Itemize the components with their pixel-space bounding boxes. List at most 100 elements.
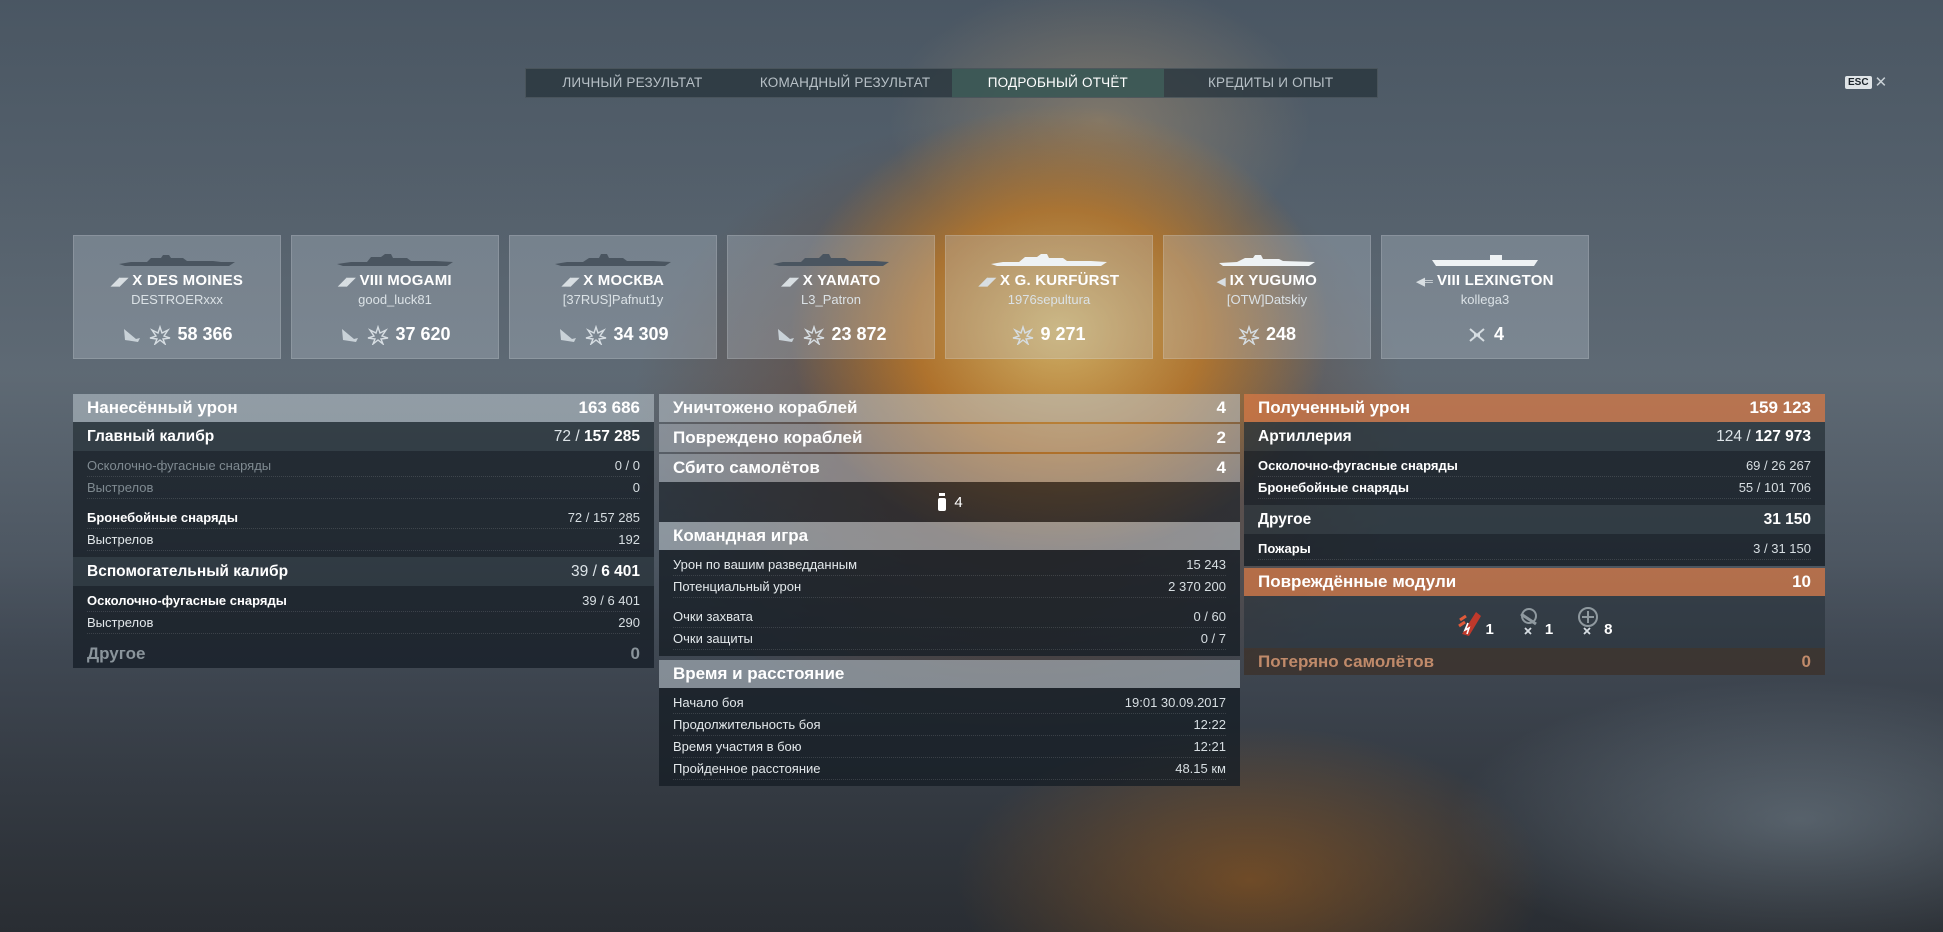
artillery-hits: 124 / [1716, 427, 1751, 445]
ship-card[interactable]: ◢◤ X YAMATO L3_Patron 23 872 [727, 235, 935, 359]
tab-credits-xp[interactable]: КРЕДИТЫ И ОПЫТ [1164, 69, 1377, 97]
card-stats: 34 309 [510, 324, 716, 345]
torpedo-hit-icon [342, 328, 359, 342]
torpedo-hit-icon [778, 328, 795, 342]
ship-name: ◢◤ X YAMATO [781, 272, 881, 289]
artillery-label: Артиллерия [1258, 427, 1352, 445]
detail-row: Осколочно-фугасные снаряды 39 / 6 401 [87, 590, 640, 612]
player-name: [OTW]Datskiy [1226, 292, 1308, 307]
detail-row: Выстрелов 192 [87, 529, 640, 551]
secondary-battery-hits: 39 / [571, 562, 597, 580]
ship-silhouette-icon [991, 254, 1107, 266]
ships-damaged-row: Повреждено кораблей 2 [659, 424, 1240, 452]
tab-detailed-report[interactable]: ПОДРОБНЫЙ ОТЧЁТ [951, 69, 1165, 97]
ship-name: ◢◤ X DES MOINES [110, 272, 244, 289]
artillery-details: Осколочно-фугасные снаряды 69 / 26 267 Бр… [1244, 451, 1825, 505]
tab-personal[interactable]: ЛИЧНЫЙ РЕЗУЛЬТАТ [526, 69, 739, 97]
ship-card[interactable]: ◢◤ X МОСКВА [37RUS]Pafnut1y 34 309 [509, 235, 717, 359]
player-name: [37RUS]Pafnut1y [562, 292, 664, 307]
damage-received-label: Полученный урон [1258, 398, 1411, 417]
ship-card[interactable]: ◢◤ X DES MOINES DESTROERxxx 58 366 [73, 235, 281, 359]
ship-class-icon: ◢◤ [338, 276, 356, 288]
damage-value: 34 309 [613, 324, 669, 344]
module-engine: 8 [1575, 606, 1613, 638]
ship-card[interactable]: ◀ IX YUGUMO [OTW]Datskiy 248 [1163, 235, 1371, 359]
other-damage-row: Другое 0 [73, 640, 654, 668]
ship-silhouette-icon [119, 255, 235, 266]
detail-row: Очки защиты 0 / 7 [673, 628, 1226, 650]
tab-team[interactable]: КОМАНДНЫЙ РЕЗУЛЬТАТ [739, 69, 952, 97]
team-play-details: Урон по вашим разведданным 15 243 Потенци… [659, 550, 1240, 656]
time-distance-details: Начало боя 19:01 30.09.2017 Продолжительн… [659, 688, 1240, 786]
player-name: good_luck81 [358, 292, 432, 307]
damage-value: 9 271 [1040, 324, 1086, 344]
damage-received-value: 159 123 [1749, 398, 1811, 417]
detail-row: Начало боя 19:01 30.09.2017 [673, 692, 1226, 714]
ship-class-icon: ◀═ [1416, 276, 1433, 288]
module-icons-row: 1 1 8 [1244, 596, 1825, 648]
damage-dealt-header: Нанесённый урон 163 686 [73, 394, 654, 422]
card-stats: 4 [1382, 324, 1588, 345]
ship-class-icon: ◢◤ [978, 276, 997, 288]
player-name: DESTROERxxx [131, 292, 223, 307]
player-name: kollega3 [1460, 292, 1510, 307]
card-stats: 37 620 [292, 324, 498, 345]
detail-row: Продолжительность боя 12:22 [673, 714, 1226, 736]
ship-silhouette-icon [1432, 255, 1538, 266]
detail-row: Бронебойные снаряды 72 / 157 285 [87, 507, 640, 529]
other-received-value: 31 150 [1763, 510, 1811, 528]
main-battery-details: Осколочно-фугасные снаряды 0 / 0 Выстрело… [73, 451, 654, 557]
planes-shot-value: 4 [1216, 458, 1226, 477]
engine-module-icon [1578, 607, 1599, 635]
secondary-battery-details: Осколочно-фугасные снаряды 39 / 6 401 Выс… [73, 586, 654, 640]
ship-cards: ◢◤ X DES MOINES DESTROERxxx 58 366 ◢◤ VIII… [73, 235, 1589, 359]
ship-name: ◀ IX YUGUMO [1216, 272, 1318, 289]
rudder-module-icon [1519, 608, 1537, 635]
explosion-icon [150, 324, 171, 345]
tab-bar: ЛИЧНЫЙ РЕЗУЛЬТАТ КОМАНДНЫЙ РЕЗУЛЬТАТ ПОД… [525, 68, 1378, 98]
damage-value: 23 872 [831, 324, 887, 344]
time-distance-header: Время и расстояние [659, 660, 1240, 688]
ships-destroyed-label: Уничтожено кораблей [673, 398, 858, 417]
ship-name: ◀═ VIII LEXINGTON [1416, 272, 1554, 289]
planes-lost-label: Потеряно самолётов [1258, 651, 1435, 671]
damage-dealt-label: Нанесённый урон [87, 398, 238, 417]
other-damage-label: Другое [87, 644, 146, 663]
player-name: 1976sepultura [1007, 292, 1091, 307]
damage-dealt-value: 163 686 [578, 398, 640, 417]
ship-class-icon: ◀ [1216, 276, 1226, 288]
artillery-row: Артиллерия 124 / 127 973 [1244, 422, 1825, 451]
ribbon-row: 4 [659, 482, 1240, 522]
close-icon[interactable]: ✕ [1875, 73, 1888, 91]
card-stats: 248 [1164, 324, 1370, 345]
card-stats: 58 366 [74, 324, 280, 345]
explosion-icon [1238, 324, 1260, 345]
main-battery-label: Главный калибр [87, 427, 215, 445]
detail-row: Осколочно-фугасные снаряды 0 / 0 [87, 455, 640, 477]
ship-card[interactable]: ◢◤ VIII MOGAMI good_luck81 37 620 [291, 235, 499, 359]
esc-close-button[interactable]: ESC ✕ [1845, 73, 1887, 91]
ships-damaged-label: Повреждено кораблей [673, 428, 863, 447]
esc-key-label: ESC [1845, 75, 1872, 89]
ship-silhouette-icon [1219, 255, 1315, 266]
detail-row: Пройденное расстояние 48.15 км [673, 758, 1226, 780]
main-battery-hits: 72 / [553, 427, 580, 445]
torpedo-hit-icon [124, 328, 141, 342]
planes-shot-value: 4 [1493, 324, 1504, 344]
damage-received-header: Полученный урон 159 123 [1244, 394, 1825, 422]
secondary-battery-damage: 6 401 [601, 562, 640, 580]
module-rudder: 1 [1516, 606, 1553, 638]
module-fire: 1 [1456, 606, 1494, 638]
ship-card[interactable]: ◀═ VIII LEXINGTON kollega3 4 [1381, 235, 1589, 359]
team-play-header: Командная игра [659, 522, 1240, 550]
detail-row: Осколочно-фугасные снаряды 69 / 26 267 [1258, 455, 1811, 477]
damage-received-panel: Полученный урон 159 123 Артиллерия 124 /… [1244, 394, 1825, 675]
other-damage-value: 0 [630, 644, 640, 663]
ship-name: ◢◤ X G. KURFÜRST [978, 272, 1120, 289]
artillery-damage: 127 973 [1754, 427, 1811, 445]
damage-value: 37 620 [395, 324, 451, 344]
ship-card[interactable]: ◢◤ X G. KURFÜRST 1976sepultura 9 271 [945, 235, 1153, 359]
ships-destroyed-value: 4 [1216, 398, 1226, 417]
secondary-battery-row: Вспомогательный калибр 39 / 6 401 [73, 557, 654, 586]
main-battery-damage: 157 285 [583, 427, 640, 445]
